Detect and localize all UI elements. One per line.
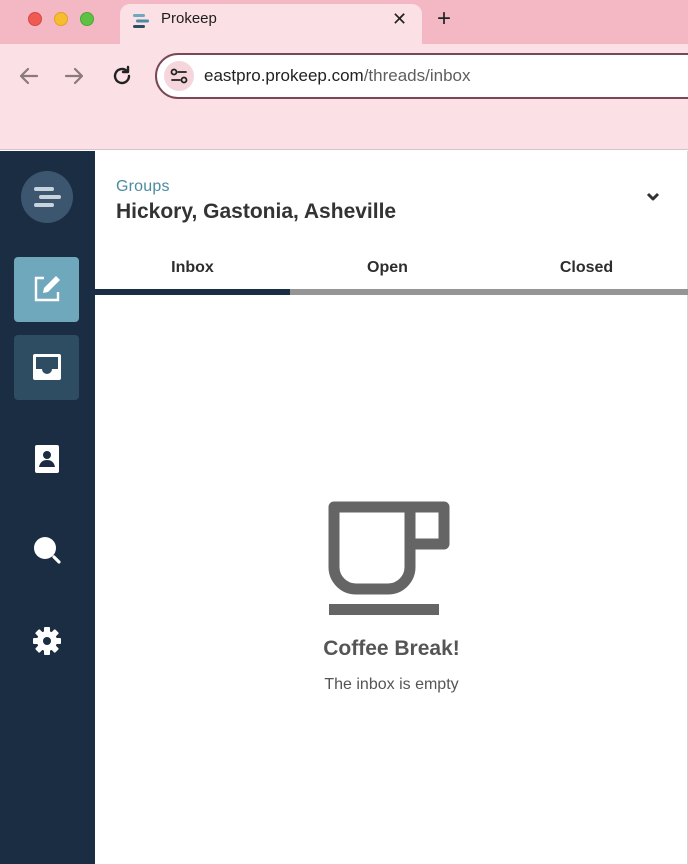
tune-icon xyxy=(170,68,188,84)
search-icon[interactable] xyxy=(28,531,66,569)
browser-toolbar: eastpro.prokeep.com/threads/inbox xyxy=(0,44,688,150)
app-sidebar xyxy=(0,151,95,864)
prokeep-favicon-icon xyxy=(133,14,149,28)
tab-open[interactable]: Open xyxy=(290,255,485,295)
tab-closed[interactable]: Closed xyxy=(485,255,688,295)
address-bar[interactable]: eastpro.prokeep.com/threads/inbox xyxy=(155,53,688,99)
prokeep-logo-icon xyxy=(34,187,61,207)
sidebar-item-compose[interactable] xyxy=(14,257,79,322)
browser-tab-prokeep[interactable]: Prokeep ✕ xyxy=(120,4,422,44)
reload-icon[interactable] xyxy=(110,64,134,88)
close-tab-icon[interactable]: ✕ xyxy=(392,8,407,30)
new-tab-button[interactable]: + xyxy=(437,6,451,32)
main-panel: Groups Hickory, Gastonia, Asheville Inbo… xyxy=(95,151,688,864)
gear-icon[interactable] xyxy=(28,622,66,660)
inbox-icon xyxy=(33,354,61,380)
prokeep-logo[interactable] xyxy=(21,171,73,223)
url-text[interactable]: eastpro.prokeep.com/threads/inbox xyxy=(204,66,471,86)
tab-title: Prokeep xyxy=(161,10,217,27)
chevron-down-icon[interactable] xyxy=(645,189,661,205)
empty-state-title: Coffee Break! xyxy=(323,637,460,660)
coffee-cup-icon xyxy=(328,501,450,615)
tab-inbox[interactable]: Inbox xyxy=(95,255,290,295)
contacts-icon[interactable] xyxy=(28,440,66,478)
browser-tabstrip: Prokeep ✕ + xyxy=(0,0,688,44)
empty-state-subtitle: The inbox is empty xyxy=(324,676,459,693)
close-window-button[interactable] xyxy=(28,12,42,26)
minimize-window-button[interactable] xyxy=(54,12,68,26)
compose-icon xyxy=(34,276,60,302)
sidebar-item-inbox[interactable] xyxy=(14,335,79,400)
thread-tabs: Inbox Open Closed xyxy=(95,255,688,295)
group-selector[interactable]: Hickory, Gastonia, Asheville xyxy=(116,200,396,224)
back-arrow-icon[interactable] xyxy=(17,64,41,88)
groups-label: Groups xyxy=(116,178,170,195)
url-path: /threads/inbox xyxy=(363,66,471,85)
forward-arrow-icon[interactable] xyxy=(62,64,86,88)
maximize-window-button[interactable] xyxy=(80,12,94,26)
url-host: eastpro.prokeep.com xyxy=(204,66,364,85)
site-info-button[interactable] xyxy=(164,61,194,91)
